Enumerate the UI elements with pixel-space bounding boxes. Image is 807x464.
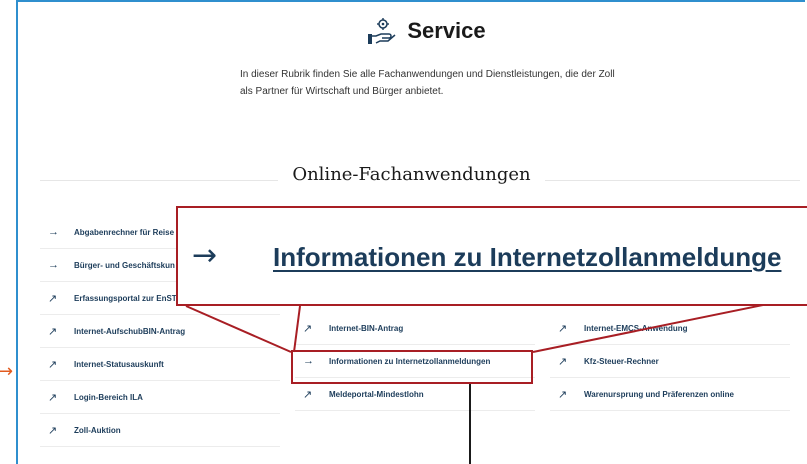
external-link-icon: ↗ bbox=[48, 325, 58, 338]
arrow-right-icon: → bbox=[48, 259, 59, 271]
list-item[interactable]: ↗ Warenursprung und Präferenzen online bbox=[550, 378, 790, 411]
list-item[interactable]: ↗ Internet-BIN-Antrag bbox=[295, 312, 535, 345]
list-item[interactable]: ↗ Internet-EMCS-Anwendung bbox=[550, 312, 790, 345]
list-item[interactable]: ↗ Kfz-Steuer-Rechner bbox=[550, 345, 790, 378]
section-title: Online-Fachanwendungen bbox=[18, 164, 805, 185]
external-link-icon: ↗ bbox=[558, 388, 568, 401]
intro-text: In dieser Rubrik finden Sie alle Fachanw… bbox=[240, 69, 615, 97]
section-title-text: Online-Fachanwendungen bbox=[278, 164, 545, 185]
applications-column-3: ↗ Internet-EMCS-Anwendung ↗ Kfz-Steuer-Rec… bbox=[550, 312, 790, 411]
list-item[interactable]: ↗ Zoll-Auktion bbox=[40, 414, 280, 447]
pointer-arrow-icon: → bbox=[0, 361, 14, 382]
external-link-icon: ↗ bbox=[48, 391, 58, 404]
list-item[interactable]: ↗ Internet-AufschubBIN-Antrag bbox=[40, 315, 280, 348]
arrow-right-icon: → bbox=[192, 238, 218, 273]
page-title: Service bbox=[407, 18, 486, 43]
zoom-callout: → Informationen zu Internetzollanmeldung… bbox=[176, 206, 807, 306]
external-link-icon: ↗ bbox=[303, 388, 313, 401]
external-link-icon: ↗ bbox=[558, 355, 568, 368]
highlighted-link-box bbox=[291, 350, 533, 384]
external-link-icon: ↗ bbox=[48, 424, 58, 437]
external-link-icon: ↗ bbox=[48, 292, 58, 305]
service-header: Service bbox=[18, 16, 805, 46]
external-link-icon: ↗ bbox=[558, 322, 568, 335]
list-item[interactable]: ↗ Internet-Statusauskunft bbox=[40, 348, 280, 381]
external-link-icon: ↗ bbox=[303, 322, 313, 335]
service-hand-gear-icon bbox=[367, 16, 397, 46]
arrow-right-icon: → bbox=[48, 226, 59, 238]
zoomed-link-informationen[interactable]: Informationen zu Internetzollanmeldunge bbox=[273, 242, 781, 273]
external-link-icon: ↗ bbox=[48, 358, 58, 371]
list-item[interactable]: ↗ Login-Bereich ILA bbox=[40, 381, 280, 414]
